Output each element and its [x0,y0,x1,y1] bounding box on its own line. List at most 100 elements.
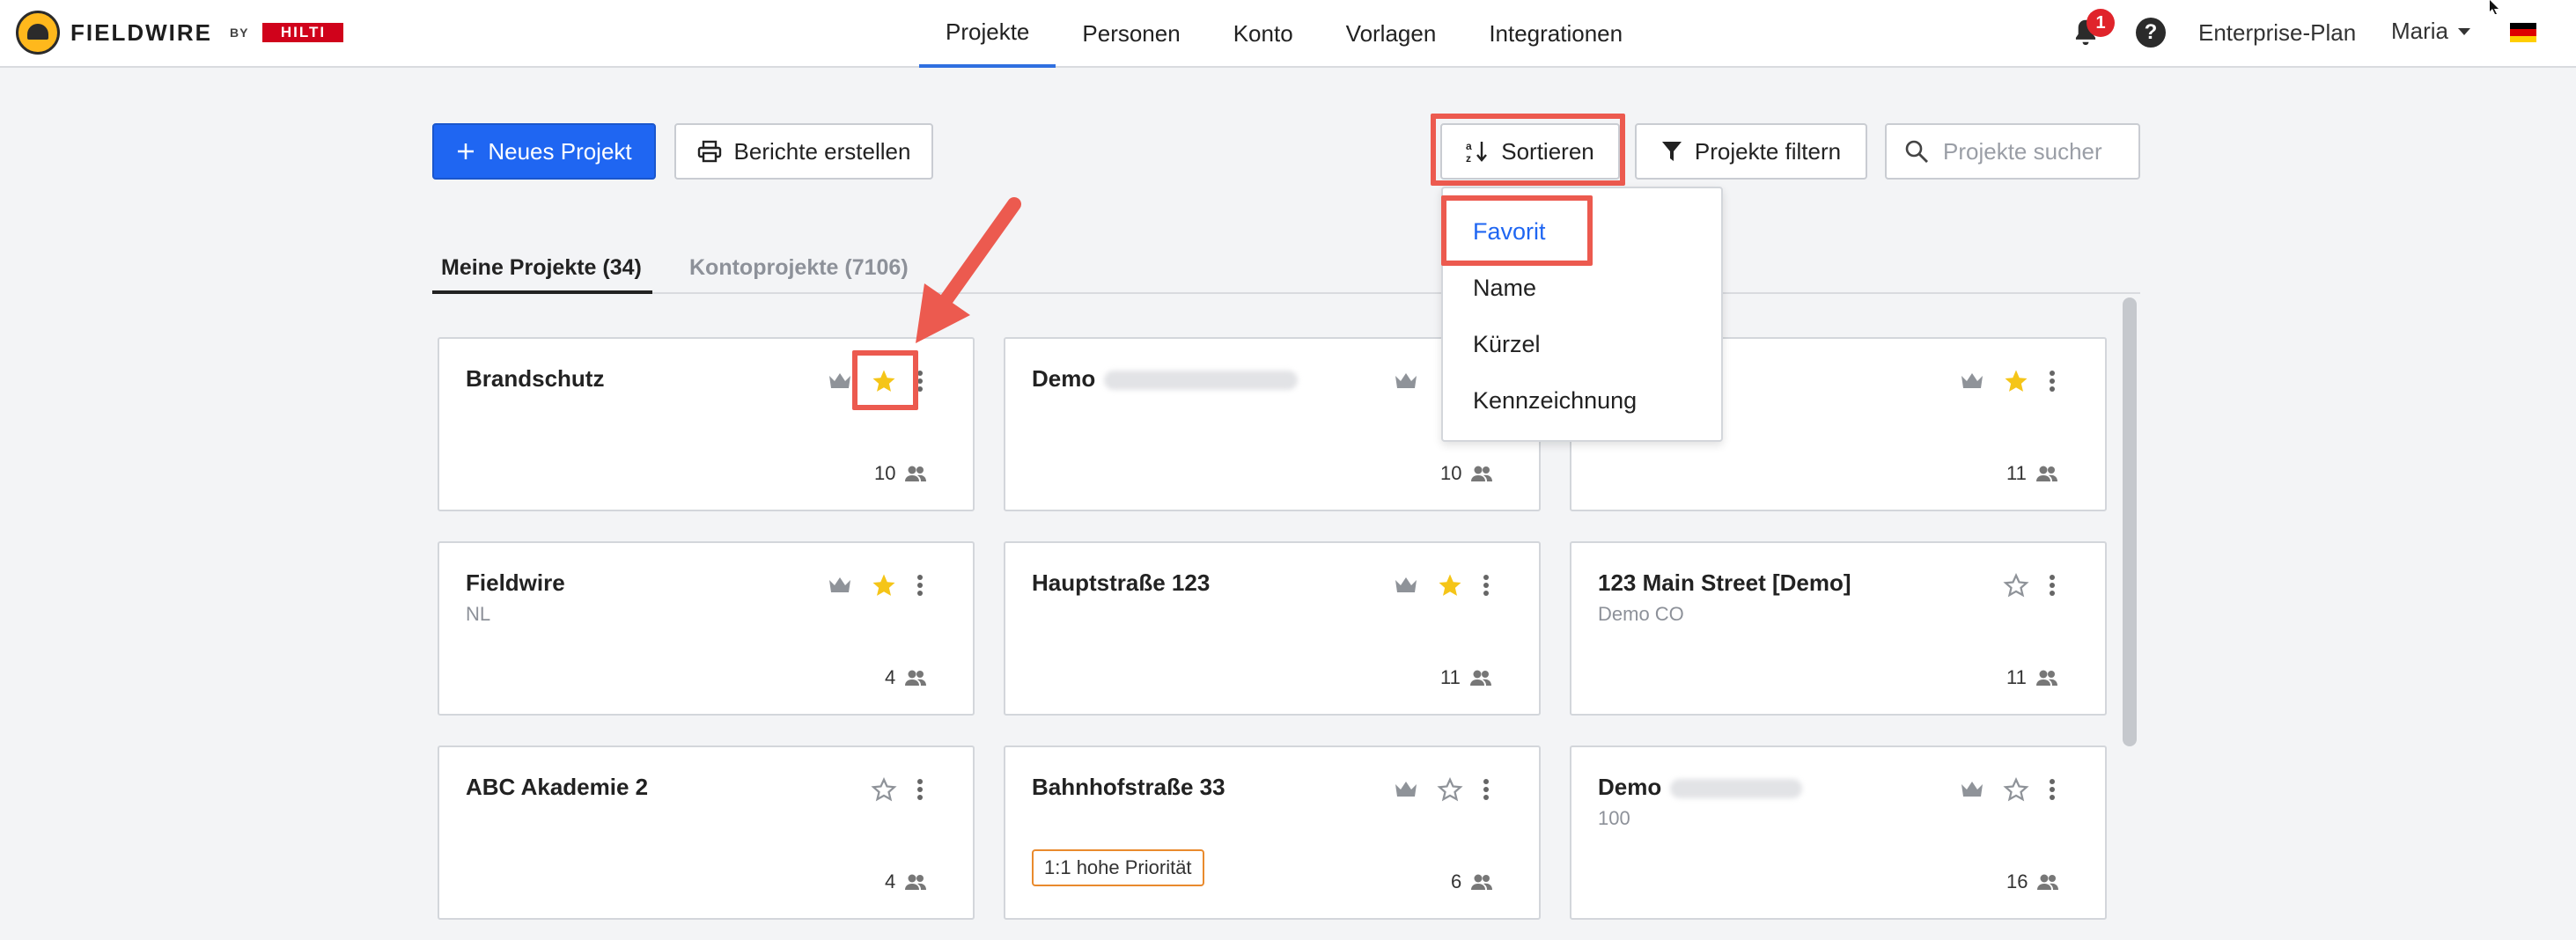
mouse-cursor-icon [2490,0,2499,14]
card-actions [1961,774,2056,805]
favorit-option-highlight [1441,195,1593,266]
help-icon[interactable]: ? [2136,18,2166,48]
more-options-icon[interactable] [2049,574,2056,597]
project-title-text: Demo [1032,365,1096,392]
people-icon [905,466,927,481]
member-count-value: 11 [2006,462,2027,484]
create-reports-button[interactable]: Berichte erstellen [674,123,933,180]
more-options-icon[interactable] [2049,778,2056,801]
people-icon [905,670,927,686]
people-icon [1469,670,1491,686]
new-project-label: Neues Projekt [488,137,632,165]
search-input[interactable] [1943,137,2137,165]
people-icon [2037,874,2059,890]
project-card[interactable]: 123 Main Street [Demo] Demo CO 11 [1570,541,2107,716]
filter-projects-label: Projekte filtern [1694,137,1842,165]
project-card[interactable]: Hauptstraße 123 11 [1004,541,1541,716]
nav-item-projekte[interactable]: Projekte [919,0,1056,68]
sort-option-name[interactable]: Name [1473,275,1536,302]
brand-name: FIELDWIRE [70,18,212,46]
crown-icon [1395,782,1417,797]
card-actions [2003,569,2056,601]
german-flag-icon[interactable] [2510,23,2536,42]
nav-item-personen[interactable]: Personen [1056,0,1206,68]
project-title: Demo [1598,774,1803,801]
member-count: 4 [885,666,927,689]
star-filled-icon[interactable] [1437,572,1463,599]
star-outline-icon[interactable] [1437,776,1463,803]
crown-icon [829,373,850,388]
member-count: 10 [874,462,927,485]
star-filled-icon[interactable] [871,572,897,599]
user-menu[interactable]: Maria [2391,18,2471,45]
printer-icon [697,140,721,163]
tab-account-projects[interactable]: Kontoprojekte (7106) [689,255,909,281]
member-count-value: 16 [2006,870,2028,892]
star-outline-icon[interactable] [2003,572,2029,599]
project-card[interactable]: Bahnhofstraße 33 1:1 hohe Priorität 6 [1004,745,1541,920]
project-title: Hauptstraße 123 [1032,569,1211,596]
crown-icon [829,577,850,592]
member-count: 16 [2006,870,2059,893]
tab-my-projects[interactable]: Meine Projekte (34) [441,255,642,281]
star-filled-icon[interactable] [2003,368,2029,394]
member-count-value: 6 [1451,870,1462,892]
scrollbar-thumb[interactable] [2123,297,2137,746]
main-nav: Projekte Personen Konto Vorlagen Integra… [919,0,1649,68]
nav-item-vorlagen[interactable]: Vorlagen [1320,0,1463,68]
plan-label[interactable]: Enterprise-Plan [2198,19,2356,47]
redacted-text [1670,779,1803,799]
member-count-value: 10 [874,462,896,484]
card-actions [1395,774,1490,805]
member-count: 6 [1451,870,1493,893]
project-card[interactable]: Fieldwire NL 4 [438,541,975,716]
hilti-logo: HILTI [262,23,344,42]
sort-button-highlight [1431,114,1625,186]
card-actions [1395,365,1417,397]
more-options-icon[interactable] [916,778,924,801]
project-title: Fieldwire [466,569,565,596]
crown-icon [1395,373,1417,388]
project-card[interactable]: Demo 100 16 [1570,745,2107,920]
project-card[interactable]: ABC Akademie 2 4 [438,745,975,920]
more-options-icon[interactable] [1483,778,1490,801]
people-icon [1471,874,1493,890]
member-count: 11 [2006,462,2058,485]
card-actions [1395,569,1490,601]
fieldwire-helmet-icon [16,11,60,55]
user-name: Maria [2391,18,2449,44]
favorite-star-highlight [852,350,918,410]
create-reports-label: Berichte erstellen [733,137,911,165]
new-project-button[interactable]: Neues Projekt [432,123,656,180]
more-options-icon[interactable] [1483,574,1490,597]
member-count: 11 [2006,666,2058,689]
crown-icon [1395,577,1417,592]
card-actions [871,774,924,805]
sort-option-kennzeichnung[interactable]: Kennzeichnung [1473,387,1637,415]
more-options-icon[interactable] [2049,370,2056,393]
star-outline-icon[interactable] [871,776,897,803]
fieldwire-logo[interactable]: FIELDWIRE BY HILTI [16,11,344,55]
people-icon [2035,466,2057,481]
filter-projects-button[interactable]: Projekte filtern [1635,123,1867,180]
project-subtitle: Demo CO [1598,603,1684,625]
star-outline-icon[interactable] [2003,776,2029,803]
nav-item-konto[interactable]: Konto [1207,0,1320,68]
project-title: Demo [1032,365,1299,393]
member-count: 10 [1440,462,1493,485]
top-navigation-bar: FIELDWIRE BY HILTI Projekte Personen Kon… [0,0,2576,68]
project-title: ABC Akademie 2 [466,774,649,800]
tabs-divider [432,292,2140,294]
sort-option-kuerzel[interactable]: Kürzel [1473,331,1541,358]
member-count-value: 11 [1440,666,1461,688]
filter-funnel-icon [1661,142,1682,161]
project-title-text: Demo [1598,774,1662,800]
priority-tag[interactable]: 1:1 hohe Priorität [1032,849,1204,886]
more-options-icon[interactable] [916,574,924,597]
project-search[interactable] [1885,123,2140,180]
project-subtitle: NL [466,603,491,625]
member-count: 11 [1440,666,1492,689]
member-count-value: 11 [2006,666,2027,688]
search-icon [1905,140,1928,163]
nav-item-integrationen[interactable]: Integrationen [1462,0,1649,68]
